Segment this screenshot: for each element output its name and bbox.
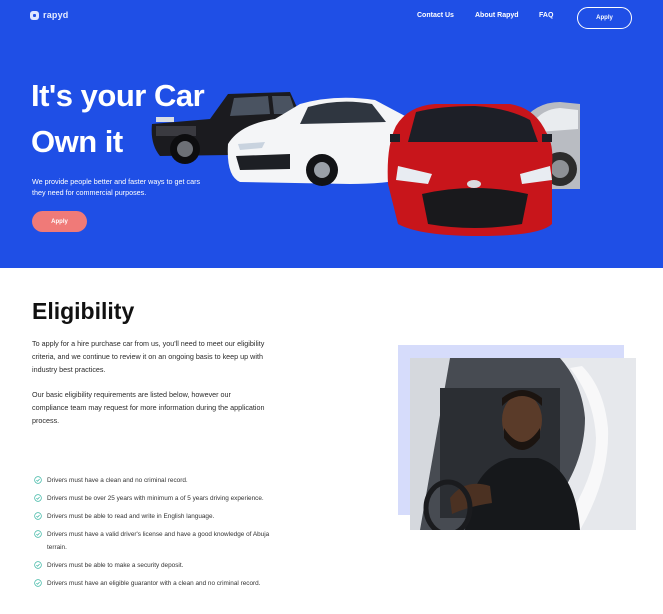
requirement-text: Drivers must be able to read and write i… [47,513,215,520]
hero-section: rapyd Contact Us About Rapyd FAQ Apply I… [0,0,663,268]
nav-contact-link[interactable]: Contact Us [417,12,454,19]
requirement-text: Drivers must have an eligible guarantor … [47,580,261,587]
requirement-text: Drivers must have a clean and no crimina… [47,477,188,484]
driver-photo [410,358,636,530]
eligibility-paragraph-2: Our basic eligibility requirements are l… [32,390,265,425]
list-item: Drivers must have a clean and no crimina… [34,474,284,487]
check-circle-icon [34,530,42,538]
requirement-text: Drivers must have a valid driver's licen… [47,531,270,551]
check-circle-icon [34,494,42,502]
check-circle-icon [34,579,42,587]
list-item: Drivers must be over 25 years with minim… [34,492,284,505]
nav-apply-button[interactable]: Apply [577,7,632,29]
requirement-text: Drivers must be able to make a security … [47,562,184,569]
list-item: Drivers must be able to make a security … [34,559,284,572]
nav-about-link[interactable]: About Rapyd [475,12,519,19]
list-item: Drivers must have an eligible guarantor … [34,577,284,590]
eligibility-title: Eligibility [32,298,135,324]
requirement-text: Drivers must be over 25 years with minim… [47,495,264,502]
top-nav: Contact Us About Rapyd FAQ [0,12,663,26]
check-circle-icon [34,476,42,484]
list-item: Drivers must have a valid driver's licen… [34,528,284,554]
nav-faq-link[interactable]: FAQ [539,12,553,19]
hero-cars-image [151,92,580,236]
hero-title-line2: Own it [31,124,123,159]
red-sedan [387,104,553,236]
list-item: Drivers must be able to read and write i… [34,510,284,523]
check-circle-icon [34,561,42,569]
hero-apply-button[interactable]: Apply [32,211,87,232]
check-circle-icon [34,512,42,520]
requirements-list: Drivers must have a clean and no crimina… [34,474,284,595]
eligibility-paragraph-1: To apply for a hire purchase car from us… [32,339,265,374]
